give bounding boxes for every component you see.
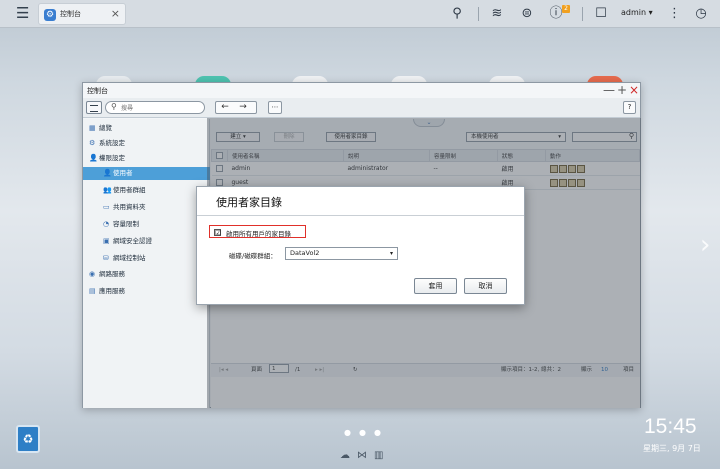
back-arrow-icon[interactable]: ←: [216, 102, 234, 113]
group-icon: 👥: [103, 186, 112, 194]
clock-date: 星期三, 9月 7日: [643, 444, 701, 453]
search-icon: ⚲: [111, 102, 117, 111]
top-bar: ☰ ⚙ 控制台 × ⚲ ≋ ⊜ ⓘ 2 ☐ admin ▾ ⋮ ◷: [0, 0, 720, 28]
control-panel-icon: ⚙: [44, 9, 56, 21]
volume-select[interactable]: DataVol2 ▾: [285, 247, 398, 260]
enable-home-label: 啟用所有用戶的家目錄: [226, 230, 291, 238]
cancel-button[interactable]: 取消: [464, 278, 507, 294]
app-icon: ▤: [89, 287, 96, 295]
tab-close-icon[interactable]: ×: [111, 7, 120, 20]
sidebar-item-shared-folders[interactable]: ▭ 共用資料夾: [103, 201, 207, 214]
search-icon[interactable]: ⚲: [450, 5, 464, 23]
share-icon[interactable]: ⋈: [357, 450, 367, 461]
dc-icon: ⛁: [103, 254, 109, 262]
search-field[interactable]: ⚲: [105, 101, 205, 114]
divider: [478, 7, 479, 21]
book-icon[interactable]: ▥: [374, 450, 383, 461]
sidebar-item-domain-controller[interactable]: ⛁ 網域控制站: [103, 252, 207, 265]
gear-icon: ⚙: [89, 139, 96, 147]
more-options-icon[interactable]: ⋮: [668, 5, 681, 23]
user-icon[interactable]: ☐: [594, 5, 608, 23]
apply-button[interactable]: 套用: [414, 278, 457, 294]
close-button[interactable]: ×: [629, 83, 639, 97]
overview-icon: ▦: [89, 124, 96, 132]
notification-badge: 2: [562, 5, 570, 13]
navigation-buttons: ← →: [215, 101, 257, 114]
sidebar-item-network[interactable]: ◉ 網路服務: [89, 268, 207, 281]
recycle-bin-icon[interactable]: ♻: [16, 425, 40, 453]
clock-time: 15:45: [644, 415, 697, 438]
sidebar-item-user-groups[interactable]: 👥使用者群組: [103, 184, 207, 197]
cloud-icon[interactable]: ☁: [340, 450, 350, 461]
maximize-button[interactable]: +: [617, 83, 627, 97]
user-icon: 👤: [89, 154, 98, 162]
divider: [197, 215, 524, 216]
sidebar-item-domain-security[interactable]: ▣ 網域安全認證: [103, 235, 207, 248]
chevron-down-icon: ▾: [389, 250, 393, 257]
divider: [582, 7, 583, 21]
list-view-icon[interactable]: [86, 101, 102, 114]
background-tasks-icon[interactable]: ≋: [490, 5, 504, 23]
user-menu[interactable]: admin ▾: [621, 8, 653, 17]
external-device-icon[interactable]: ⊜: [520, 5, 534, 23]
volume-label: 磁碟/磁碟群組：: [229, 252, 277, 260]
dashboard-icon[interactable]: ◷: [694, 5, 708, 23]
next-desktop-icon[interactable]: ›: [700, 230, 710, 260]
sidebar-item-applications[interactable]: ▤ 應用服務: [89, 285, 207, 298]
desktop-page-dots[interactable]: ●●●: [344, 428, 389, 437]
sidebar: ▦ 總覽 ⚙ 系統設定 👤權限設定 👤使用者 👥使用者群組 ▭ 共用資料夾 ◔ 容量限制…: [83, 119, 210, 408]
dialog-title: 使用者家目錄: [216, 196, 282, 209]
grid-view-icon[interactable]: ⋯: [268, 101, 282, 114]
network-icon: ◉: [89, 270, 96, 278]
sidebar-item-privilege[interactable]: 👤權限設定: [89, 152, 207, 165]
main-menu-icon[interactable]: ☰: [16, 4, 32, 22]
domain-icon: ▣: [103, 237, 110, 245]
event-notification-icon[interactable]: ⓘ: [549, 5, 563, 23]
sidebar-item-overview[interactable]: ▦ 總覽: [89, 122, 207, 135]
window-title: 控制台: [87, 87, 108, 95]
enable-home-checkbox[interactable]: ☑: [214, 229, 221, 237]
sidebar-item-quota[interactable]: ◔ 容量限制: [103, 218, 207, 231]
sidebar-item-users[interactable]: 👤使用者: [83, 167, 210, 180]
search-input[interactable]: [121, 103, 201, 113]
tab-control-panel[interactable]: ⚙ 控制台 ×: [38, 3, 126, 25]
folder-icon: ▭: [103, 203, 110, 211]
sidebar-item-system[interactable]: ⚙ 系統設定: [89, 137, 207, 150]
forward-arrow-icon[interactable]: →: [234, 102, 252, 113]
user-icon: 👤: [103, 169, 112, 177]
tab-label: 控制台: [60, 10, 81, 18]
user-home-dialog: 使用者家目錄 ☑ 啟用所有用戶的家目錄 磁碟/磁碟群組： DataVol2 ▾ …: [196, 186, 525, 305]
quota-icon: ◔: [103, 220, 110, 228]
help-button[interactable]: ?: [623, 101, 636, 114]
window-toolbar: ⚲ ←→ ⋯ ?: [83, 98, 640, 118]
minimize-button[interactable]: —: [603, 83, 615, 97]
enable-home-option[interactable]: ☑ 啟用所有用戶的家目錄: [209, 225, 306, 238]
